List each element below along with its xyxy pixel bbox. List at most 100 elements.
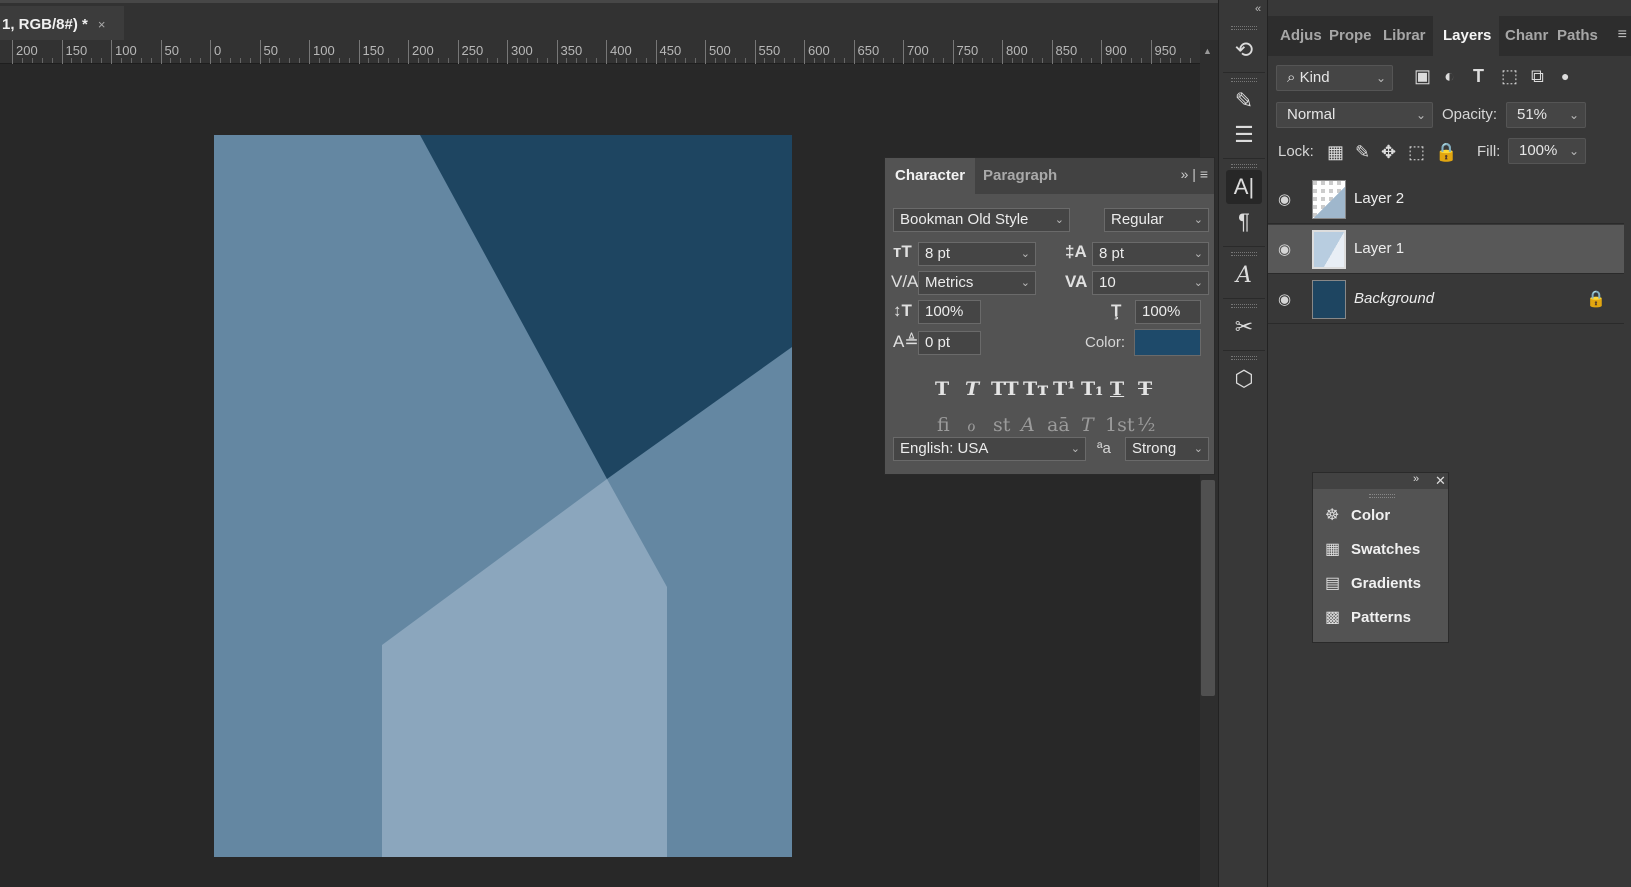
ruler-minor-tick <box>695 58 697 63</box>
adjustments-sliders-icon[interactable]: ☰ <box>1226 118 1262 152</box>
smart-object-filter-icon[interactable]: ⧉ <box>1531 66 1544 87</box>
lock-artboard-icon[interactable]: ⬚ <box>1408 142 1425 163</box>
panel-menu-icon[interactable]: ≡ <box>1618 26 1627 44</box>
vertical-scale-input[interactable]: 100% <box>918 300 981 324</box>
layer-name[interactable]: Background <box>1354 290 1434 307</box>
layer-row-layer-2[interactable]: ◉ Layer 2 <box>1268 175 1624 224</box>
fractions-icon[interactable]: ½ <box>1137 414 1155 436</box>
fill-input[interactable]: 100% ⌄ <box>1508 138 1586 164</box>
history-icon[interactable]: ⟲ <box>1226 33 1262 67</box>
faux-bold-icon[interactable]: T <box>935 378 949 400</box>
strikethrough-icon[interactable]: T <box>1138 378 1152 400</box>
adjustment-layer-filter-icon[interactable]: ◐ <box>1444 66 1455 87</box>
document-tab[interactable]: 1, RGB/8#) * × <box>0 6 124 43</box>
paragraph-icon[interactable]: ¶ <box>1226 205 1262 239</box>
ordinals-icon[interactable]: 1st <box>1105 414 1134 436</box>
glyphs-icon[interactable]: A <box>1226 258 1262 292</box>
layer-name[interactable]: Layer 1 <box>1354 240 1404 257</box>
language-select[interactable]: English: USA ⌄ <box>893 437 1086 461</box>
panel-item-patterns[interactable]: ▩ Patterns <box>1325 603 1411 633</box>
floating-panel-header[interactable]: » ✕ <box>1313 473 1448 489</box>
tab-channels[interactable]: Chanr <box>1505 16 1553 56</box>
collapse-icon[interactable]: « <box>1255 3 1261 15</box>
brush-settings-icon[interactable]: ✎ <box>1226 84 1262 118</box>
panel-item-gradients[interactable]: ▤ Gradients <box>1325 569 1421 599</box>
tab-paragraph[interactable]: Paragraph <box>973 158 1067 194</box>
opacity-input[interactable]: 51% ⌄ <box>1506 102 1586 128</box>
3d-cube-icon[interactable]: ⬡ <box>1226 362 1262 396</box>
kerning-select[interactable]: Metrics ⌄ <box>918 271 1036 295</box>
stylistic-alternates-icon[interactable]: aā <box>1047 414 1070 436</box>
kerning-icon: V/A <box>891 272 919 291</box>
text-color-swatch[interactable] <box>1134 329 1201 356</box>
eye-icon[interactable]: ◉ <box>1278 290 1291 308</box>
underline-icon[interactable]: T <box>1110 378 1124 400</box>
grip-handle[interactable] <box>1231 356 1257 360</box>
ligatures-icon[interactable]: ﬁ <box>937 414 950 436</box>
tracking-input[interactable]: 10 ⌄ <box>1092 271 1209 295</box>
font-family-value: Bookman Old Style <box>900 211 1029 228</box>
baseline-shift-value: 0 pt <box>925 334 951 351</box>
panel-menu-icon[interactable]: » | ≡ <box>1181 166 1208 182</box>
blend-mode-select[interactable]: Normal ⌄ <box>1276 102 1433 128</box>
tab-libraries[interactable]: Librar <box>1383 16 1433 56</box>
layer-row-layer-1[interactable]: ◉ Layer 1 <box>1268 225 1624 274</box>
lock-image-pixels-icon[interactable]: ✎ <box>1355 142 1370 163</box>
grip-handle[interactable] <box>1369 494 1395 498</box>
ruler-minor-tick <box>843 58 845 63</box>
tab-paths[interactable]: Paths <box>1557 16 1605 56</box>
grip-handle[interactable] <box>1231 304 1257 308</box>
swash-icon[interactable]: A <box>1021 414 1035 436</box>
grip-handle[interactable] <box>1231 252 1257 256</box>
eye-icon[interactable]: ◉ <box>1278 240 1291 258</box>
grip-handle[interactable] <box>1231 26 1257 30</box>
layer-filter-kind-select[interactable]: ⌕ Kind ⌄ <box>1276 65 1393 91</box>
pixel-layer-filter-icon[interactable]: ▣ <box>1414 66 1431 87</box>
horizontal-scale-input[interactable]: 100% <box>1135 300 1201 324</box>
close-icon[interactable]: ✕ <box>1435 473 1446 489</box>
antialias-select[interactable]: Strong ⌄ <box>1125 437 1209 461</box>
panel-item-color[interactable]: ☸ Color <box>1325 501 1390 531</box>
baseline-shift-icon: A≜ <box>893 332 919 351</box>
subscript-icon[interactable]: T₁ <box>1081 378 1103 400</box>
lock-position-icon[interactable]: ✥ <box>1381 142 1396 163</box>
character-panel-icon[interactable]: A| <box>1226 170 1262 204</box>
panel-item-swatches[interactable]: ▦ Swatches <box>1325 535 1420 565</box>
scroll-up-icon[interactable]: ▲ <box>1203 46 1212 56</box>
tab-layers[interactable]: Layers <box>1433 16 1499 56</box>
shape-layer-filter-icon[interactable]: ⬚ <box>1501 66 1518 87</box>
small-caps-icon[interactable]: Tт <box>1023 378 1049 400</box>
eye-icon[interactable]: ◉ <box>1278 190 1291 208</box>
horizontal-ruler[interactable]: 200 150 100 50 0 50 100 150 200 250 300 350 400 450 50… <box>0 40 1200 64</box>
tab-character[interactable]: Character <box>885 158 976 194</box>
lock-transparent-pixels-icon[interactable]: ▦ <box>1327 142 1344 163</box>
tool-presets-icon[interactable]: ✂ <box>1226 310 1262 344</box>
grip-handle[interactable] <box>1231 164 1257 168</box>
expand-icon[interactable]: » <box>1413 473 1419 485</box>
font-family-select[interactable]: Bookman Old Style ⌄ <box>893 208 1070 232</box>
scrollbar-thumb[interactable] <box>1201 480 1215 696</box>
all-caps-icon[interactable]: TT <box>991 378 1019 400</box>
baseline-shift-input[interactable]: 0 pt <box>918 331 981 355</box>
discretionary-ligatures-icon[interactable]: st <box>993 414 1010 436</box>
lock-all-icon[interactable]: 🔒 <box>1435 142 1457 163</box>
layer-name[interactable]: Layer 2 <box>1354 190 1404 207</box>
font-style-select[interactable]: Regular ⌄ <box>1104 208 1209 232</box>
tab-adjustments[interactable]: Adjus <box>1280 16 1325 56</box>
leading-input[interactable]: 8 pt ⌄ <box>1092 242 1209 266</box>
contextual-alternates-icon[interactable]: ℴ <box>967 414 976 436</box>
faux-italic-icon[interactable]: T <box>965 378 979 400</box>
ruler-minor-tick <box>1041 58 1043 63</box>
artboard[interactable] <box>214 135 792 857</box>
tab-properties[interactable]: Prope <box>1329 16 1379 56</box>
filter-toggle-icon[interactable]: ● <box>1561 68 1569 84</box>
close-icon[interactable]: × <box>98 17 106 32</box>
type-layer-filter-icon[interactable]: T <box>1473 66 1484 87</box>
layer-row-background[interactable]: ◉ Background 🔒 <box>1268 275 1624 324</box>
superscript-icon[interactable]: T¹ <box>1053 378 1075 400</box>
titling-alternates-icon[interactable]: T <box>1081 414 1094 436</box>
font-size-input[interactable]: 8 pt ⌄ <box>918 242 1036 266</box>
panel-tabs: Adjus Prope Librar Layers Chanr Paths ≡ <box>1268 16 1631 56</box>
ruler-minor-tick <box>1091 58 1093 63</box>
grip-handle[interactable] <box>1231 78 1257 82</box>
